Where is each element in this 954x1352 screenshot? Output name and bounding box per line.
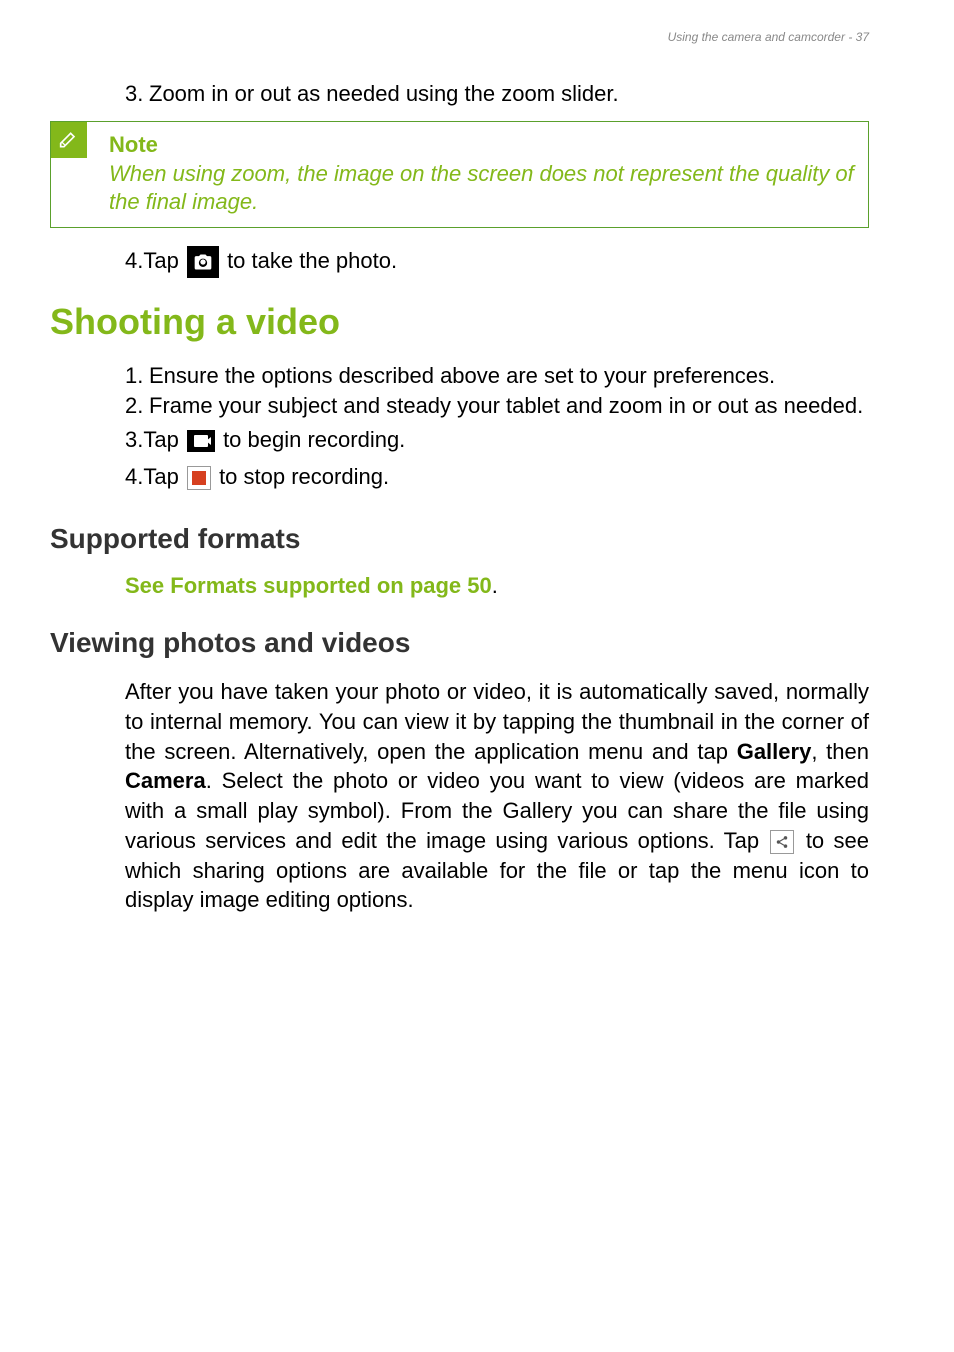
formats-link-line: See Formats supported on page 50. [125, 573, 869, 599]
note-icon [51, 122, 87, 158]
video-step-1-text: Ensure the options described above are s… [149, 361, 869, 391]
step-4-before: Tap [143, 248, 185, 273]
step-3-text: Zoom in or out as needed using the zoom … [149, 79, 869, 109]
note-body: When using zoom, the image on the screen… [109, 160, 854, 217]
camera-shutter-icon [187, 246, 219, 278]
note-callout: Note When using zoom, the image on the s… [50, 121, 869, 228]
list-number: 3. [125, 427, 143, 452]
heading-viewing-photos-videos: Viewing photos and videos [50, 627, 869, 659]
video-step-4: 4.Tap to stop recording. [125, 458, 869, 495]
viewing-text-3: . Select the photo or video you want to … [125, 768, 869, 852]
gallery-label: Gallery [737, 739, 812, 764]
list-number: 4. [125, 248, 143, 273]
video-step-2: 2. Frame your subject and steady your ta… [125, 391, 869, 421]
step-3: 3. Zoom in or out as needed using the zo… [125, 79, 869, 109]
list-number: 2. [125, 391, 149, 421]
viewing-text-2: , then [811, 739, 869, 764]
viewing-paragraph: After you have taken your photo or video… [125, 677, 869, 915]
heading-shooting-video: Shooting a video [50, 301, 869, 343]
video-step-4-before: Tap [143, 464, 185, 489]
video-step-3-after: to begin recording. [217, 427, 405, 452]
list-number: 1. [125, 361, 149, 391]
list-number: 3. [125, 79, 149, 109]
share-icon [770, 830, 794, 854]
camera-label: Camera [125, 768, 206, 793]
page-header: Using the camera and camcorder - 37 [50, 30, 869, 44]
list-number: 4. [125, 464, 143, 489]
video-step-2-text: Frame your subject and steady your table… [149, 391, 869, 421]
video-step-3-before: Tap [143, 427, 185, 452]
heading-supported-formats: Supported formats [50, 523, 869, 555]
formats-link[interactable]: See Formats supported on page 50 [125, 573, 492, 598]
step-4: 4.Tap to take the photo. [125, 242, 869, 279]
note-title: Note [109, 132, 854, 158]
video-step-1: 1. Ensure the options described above ar… [125, 361, 869, 391]
period: . [492, 573, 498, 598]
video-step-3: 3.Tap to begin recording. [125, 421, 869, 458]
video-record-icon [187, 430, 215, 452]
stop-recording-icon [187, 466, 211, 490]
video-step-4-after: to stop recording. [213, 464, 389, 489]
step-4-after: to take the photo. [221, 248, 397, 273]
